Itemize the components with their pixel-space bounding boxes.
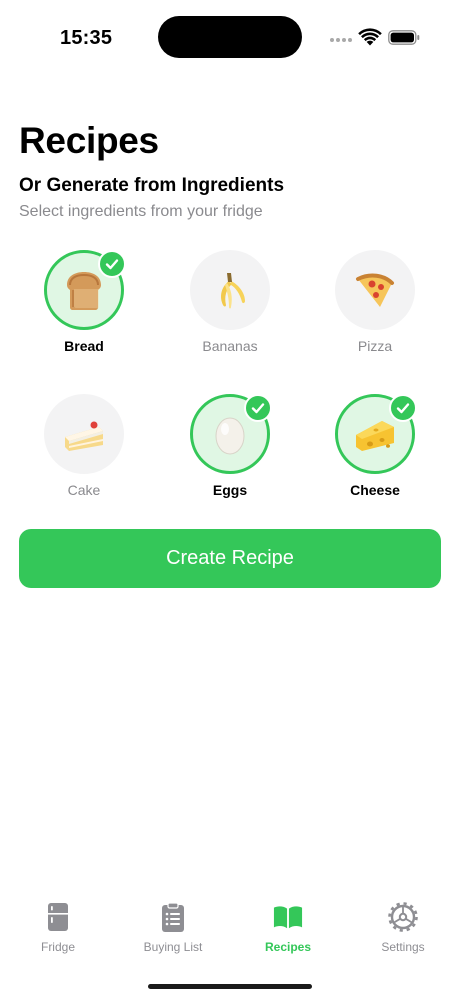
home-indicator bbox=[148, 984, 312, 989]
tab-bar: Fridge Buying List Recipes Settings bbox=[0, 900, 460, 970]
status-time: 15:35 bbox=[60, 27, 113, 49]
ingredient-circle bbox=[44, 394, 124, 474]
tab-fridge[interactable]: Fridge bbox=[3, 900, 113, 954]
ingredient-circle bbox=[335, 250, 415, 330]
battery-icon bbox=[388, 30, 420, 45]
create-recipe-button[interactable]: Create Recipe bbox=[19, 529, 441, 588]
book-icon bbox=[273, 900, 303, 934]
fridge-icon bbox=[43, 900, 73, 934]
tab-label: Fridge bbox=[40, 940, 75, 954]
clipboard-list-icon bbox=[158, 900, 188, 934]
tab-settings[interactable]: Settings bbox=[348, 900, 458, 954]
ingredient-circle bbox=[335, 394, 417, 474]
bread-icon bbox=[61, 267, 107, 313]
wifi-icon bbox=[358, 28, 382, 46]
pizza-icon bbox=[352, 267, 398, 313]
gear-icon bbox=[388, 900, 418, 934]
banana-icon bbox=[207, 267, 253, 313]
ingredient-bananas[interactable]: Bananas bbox=[170, 250, 290, 380]
ingredient-eggs[interactable]: Eggs bbox=[170, 394, 290, 524]
ingredient-cake[interactable]: Cake bbox=[24, 394, 144, 524]
tab-label: Recipes bbox=[264, 940, 312, 954]
cellular-signal-icon bbox=[330, 38, 352, 42]
status-bar: 15:35 bbox=[0, 0, 460, 76]
tab-buying-list[interactable]: Buying List bbox=[118, 900, 228, 954]
selected-checkmark-icon bbox=[98, 250, 126, 278]
section-title: Or Generate from Ingredients bbox=[19, 175, 285, 196]
ingredient-circle bbox=[190, 250, 270, 330]
tab-recipes[interactable]: Recipes bbox=[233, 900, 343, 954]
ingredient-bread[interactable]: Bread bbox=[24, 250, 144, 380]
dynamic-island bbox=[158, 16, 302, 58]
tab-label: Settings bbox=[381, 940, 425, 954]
ingredient-label: Pizza bbox=[357, 338, 393, 354]
ingredient-cheese[interactable]: Cheese bbox=[315, 394, 435, 524]
ingredient-label: Cheese bbox=[350, 482, 400, 498]
ingredient-circle bbox=[44, 250, 126, 330]
tab-label: Buying List bbox=[143, 940, 203, 954]
ingredient-label: Bread bbox=[64, 338, 104, 354]
page-title: Recipes bbox=[19, 120, 159, 161]
selected-checkmark-icon bbox=[244, 394, 272, 422]
ingredient-label: Eggs bbox=[212, 482, 248, 498]
egg-icon bbox=[207, 411, 253, 457]
ingredient-label: Cake bbox=[67, 482, 101, 498]
section-subtitle: Select ingredients from your fridge bbox=[19, 203, 263, 220]
selected-checkmark-icon bbox=[389, 394, 417, 422]
ingredient-pizza[interactable]: Pizza bbox=[315, 250, 435, 380]
cheese-icon bbox=[352, 411, 398, 457]
ingredient-circle bbox=[190, 394, 272, 474]
cake-icon bbox=[61, 411, 107, 457]
ingredient-label: Bananas bbox=[202, 338, 258, 354]
